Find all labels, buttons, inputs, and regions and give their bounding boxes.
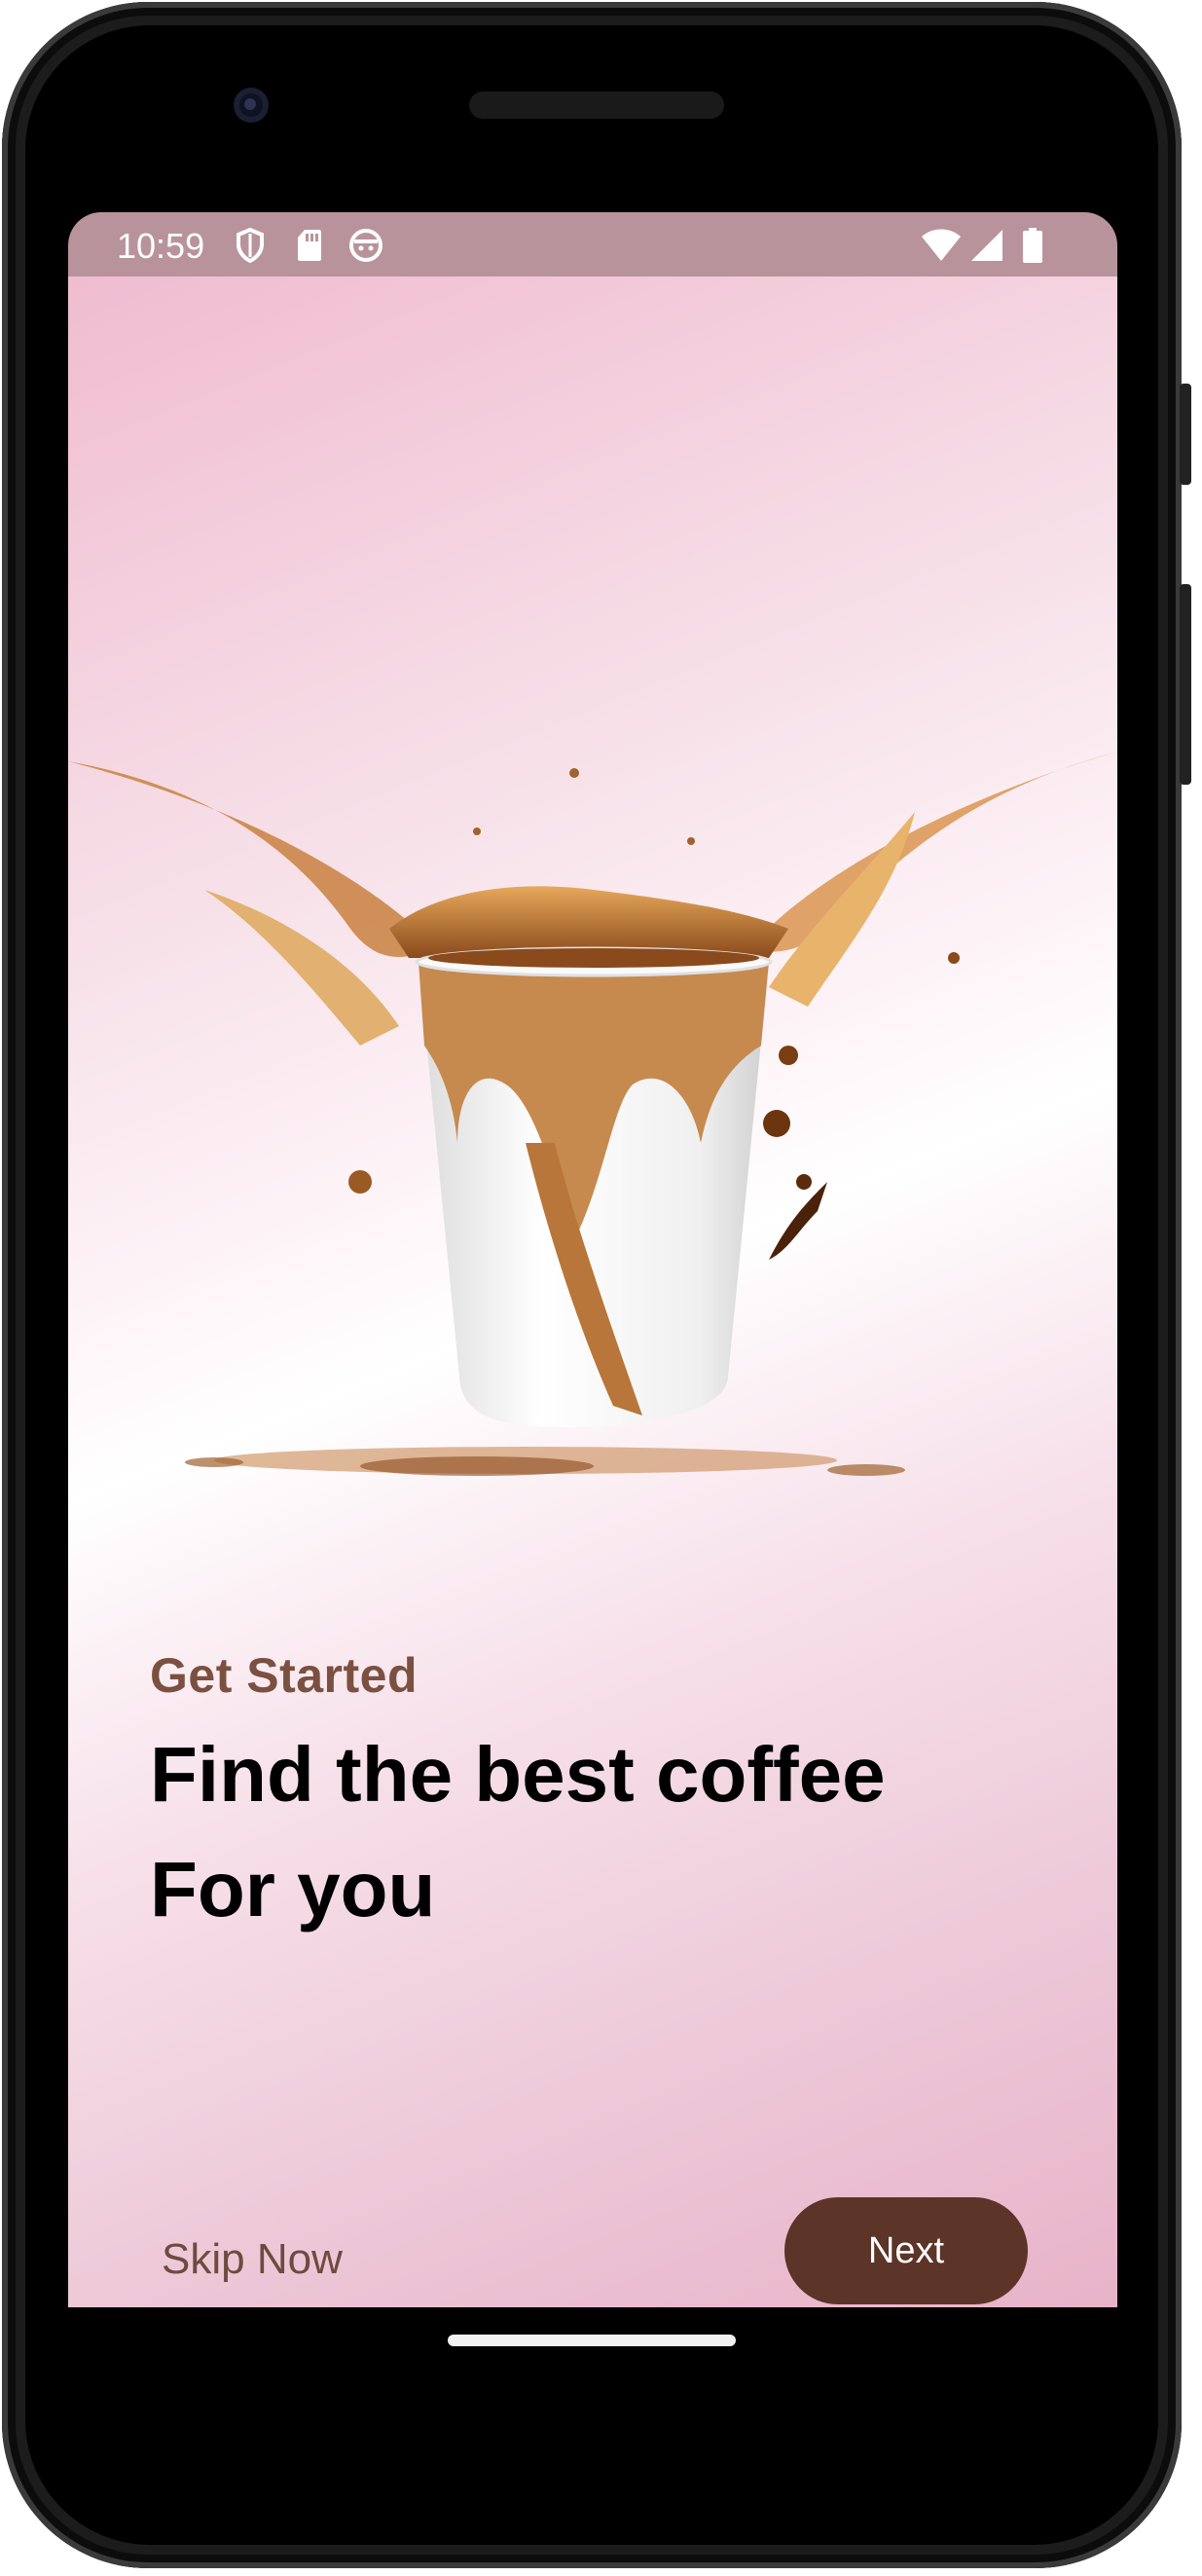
face-icon [349, 229, 382, 262]
wifi-icon [922, 229, 961, 261]
get-started-label: Get Started [150, 1648, 419, 1703]
coffee-splash-image [68, 752, 1117, 1476]
headline-line-2: For you [150, 1846, 436, 1932]
onboarding-headline: Find the best coffee For you [150, 1717, 1084, 1947]
power-button [1180, 384, 1191, 485]
battery-icon [1023, 228, 1042, 263]
headline-line-1: Find the best coffee [150, 1731, 886, 1818]
status-bar: 10:59 [68, 212, 1117, 276]
home-indicator[interactable] [448, 2335, 736, 2346]
volume-button [1180, 584, 1191, 785]
sd-card-icon [298, 230, 321, 261]
onboarding-screen: Get Started Find the best coffee For you… [68, 276, 1117, 2307]
shield-icon [237, 228, 264, 263]
skip-now-button[interactable]: Skip Now [162, 2235, 343, 2284]
status-time: 10:59 [117, 226, 205, 266]
device-screen: 10:59 Get Started Find the best coffee F… [68, 212, 1117, 2307]
next-button[interactable]: Next [784, 2197, 1028, 2304]
earpiece-speaker [469, 92, 724, 119]
front-camera [234, 88, 269, 123]
cellular-signal-icon [971, 230, 1002, 261]
